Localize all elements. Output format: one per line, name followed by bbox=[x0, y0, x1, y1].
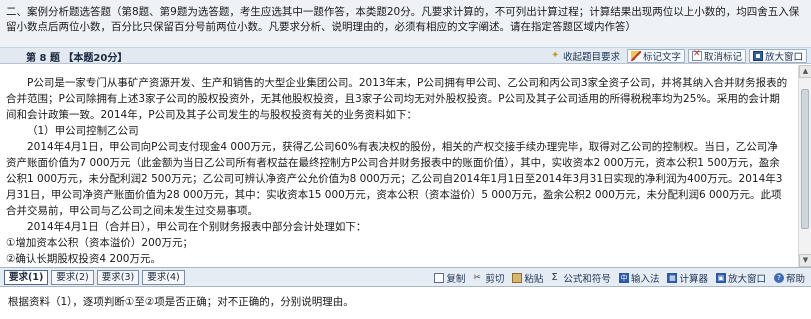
enlarge-answer-window-label: 放大窗口 bbox=[727, 274, 766, 285]
question-number: 第 8 题 【本题20分】 bbox=[26, 49, 127, 64]
unmark-button[interactable]: 取消标记 bbox=[687, 48, 746, 63]
collapse-requirements-label: 收起题目要求 bbox=[562, 51, 620, 63]
enlarge-window-label: 放大窗口 bbox=[764, 51, 803, 63]
enlarge-window-button[interactable]: 放大窗口 bbox=[748, 48, 807, 63]
paragraph-intro: P公司是一家专门从事矿产资源开发、生产和销售的大型企业集团公司。2013年末，P… bbox=[6, 77, 788, 121]
question-content: P公司是一家专门从事矿产资源开发、生产和销售的大型企业集团公司。2013年末，P… bbox=[0, 65, 798, 267]
pen-icon bbox=[630, 50, 641, 61]
paste-label: 粘贴 bbox=[524, 274, 544, 285]
instructions-panel: 二、案例分析题选答题（第8题、第9题为选答题，考生应选其中一题作答，本类题20分… bbox=[0, 0, 811, 48]
tab-requirement-2[interactable]: 要求(2) bbox=[51, 270, 94, 285]
tab-requirement-4[interactable]: 要求(4) bbox=[142, 270, 185, 285]
answer-prompt: 根据资料（1），逐项判断①至②项是否正确；对不正确的，分别说明理由。 bbox=[8, 296, 354, 308]
unmark-label: 取消标记 bbox=[703, 51, 742, 63]
answer-area[interactable]: 根据资料（1），逐项判断①至②项是否正确；对不正确的，分别说明理由。 bbox=[0, 288, 811, 319]
help-button[interactable]: ? 帮助 bbox=[773, 271, 805, 285]
paragraph-case-details: 2014年4月1日，甲公司向P公司支付现金4 000万元，获得乙公司60%有表决… bbox=[6, 141, 783, 217]
instructions-text: 二、案例分析题选答题（第8题、第9题为选答题，考生应选其中一题作答，本类题20分… bbox=[6, 6, 800, 33]
window-icon: ▣ bbox=[715, 273, 726, 283]
scroll-thumb[interactable] bbox=[801, 89, 809, 229]
tab-requirement-1[interactable]: 要求(1) bbox=[4, 270, 49, 285]
requirement-tabs: 要求(1) 要求(2) 要求(3) 要求(4) bbox=[4, 270, 185, 285]
mark-text-label: 标记文字 bbox=[642, 51, 681, 63]
enlarge-answer-window-button[interactable]: ▣ 放大窗口 bbox=[715, 271, 766, 285]
window-icon bbox=[752, 50, 763, 61]
collapse-requirements-button[interactable]: ✦ 收起题目要求 bbox=[547, 49, 624, 63]
star-icon: ✦ bbox=[550, 49, 560, 61]
cut-label: 剪切 bbox=[485, 274, 505, 285]
close-icon bbox=[691, 49, 702, 61]
scroll-down-icon[interactable]: ▼ bbox=[799, 254, 811, 267]
formula-button[interactable]: Σ 公式和符号 bbox=[551, 271, 611, 286]
question-label: 第 8 题 bbox=[26, 53, 60, 64]
calculator-button[interactable]: ▦ 计算器 bbox=[667, 271, 708, 285]
copy-icon bbox=[434, 273, 445, 283]
mark-text-button[interactable]: 标记文字 bbox=[626, 48, 685, 63]
tab-requirement-3[interactable]: 要求(3) bbox=[96, 270, 140, 285]
paragraph-item-2: ②确认长期股权投资4 200万元。 bbox=[6, 253, 161, 265]
cut-button[interactable]: ✂ 剪切 bbox=[473, 271, 504, 285]
calculator-label: 计算器 bbox=[679, 274, 708, 285]
help-icon: ? bbox=[773, 273, 784, 283]
paragraph-section-1: （1）甲公司控制乙公司 bbox=[27, 125, 139, 137]
input-method-button[interactable]: 中 输入法 bbox=[618, 271, 660, 285]
scroll-up-icon[interactable]: ▲ bbox=[799, 65, 811, 78]
sigma-icon: Σ bbox=[551, 272, 558, 283]
question-score: 【本题20分】 bbox=[63, 53, 128, 64]
copy-button[interactable]: 复制 bbox=[434, 271, 465, 285]
question-toolbar: ✦ 收起题目要求 标记文字 取消标记 放大窗口 bbox=[547, 48, 807, 63]
input-method-label: 输入法 bbox=[630, 274, 660, 285]
calculator-icon: ▦ bbox=[667, 273, 678, 283]
paste-button[interactable]: 粘贴 bbox=[512, 271, 543, 285]
help-label: 帮助 bbox=[785, 274, 805, 285]
formula-label: 公式和符号 bbox=[563, 274, 611, 285]
paragraph-merger-date: 2014年4月1日（合并日），甲公司在个别财务报表中部分会计处理如下： bbox=[27, 221, 367, 233]
input-method-icon: 中 bbox=[618, 273, 629, 283]
cut-icon: ✂ bbox=[473, 273, 481, 283]
question-bar: 第 8 题 【本题20分】 ✦ 收起题目要求 标记文字 取消标记 放大窗口 bbox=[0, 48, 811, 64]
editor-tools: 复制 ✂ 剪切 粘贴 Σ 公式和符号 中 输入法 ▦ 计算器 ▣ 放大窗口 ? … bbox=[434, 271, 805, 285]
copy-label: 复制 bbox=[446, 274, 466, 285]
content-scrollbar[interactable]: ▲ ▼ bbox=[798, 65, 811, 267]
paragraph-item-1: ①增加资本公积（资本溢价）200万元； bbox=[6, 237, 193, 249]
paste-icon bbox=[512, 273, 523, 283]
answer-toolbar: 要求(1) 要求(2) 要求(3) 要求(4) 复制 ✂ 剪切 粘贴 Σ 公式和… bbox=[0, 267, 811, 287]
